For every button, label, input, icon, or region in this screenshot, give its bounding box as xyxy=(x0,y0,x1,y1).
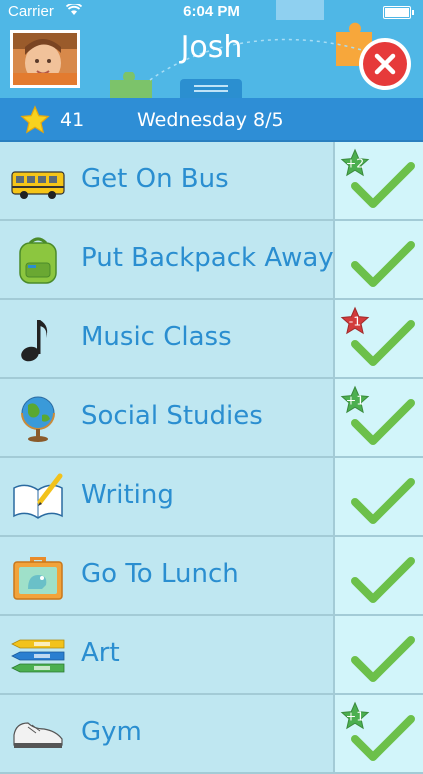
task-row[interactable]: Go To Lunch xyxy=(0,537,423,616)
task-check-cell[interactable]: -1 xyxy=(333,300,423,377)
task-row[interactable]: Music Class -1 xyxy=(0,300,423,379)
notebook-pencil-icon xyxy=(13,473,63,519)
task-list: Get On Bus +2 Put Backpack Away Music Cl… xyxy=(0,142,423,774)
task-label: Go To Lunch xyxy=(81,559,239,589)
date-bar: 41 Wednesday 8/5 xyxy=(0,98,423,142)
checkmark-icon xyxy=(351,478,415,524)
task-label: Writing xyxy=(81,480,174,510)
drawer-handle[interactable] xyxy=(180,79,242,98)
star-icon xyxy=(20,105,50,134)
clock: 6:04 PM xyxy=(183,3,240,20)
crayons-icon xyxy=(11,639,65,673)
task-check-cell[interactable]: +1 xyxy=(333,695,423,772)
task-row[interactable]: Gym +1 xyxy=(0,695,423,774)
task-check-cell[interactable] xyxy=(333,616,423,693)
close-button[interactable] xyxy=(359,38,411,90)
task-row[interactable]: Art xyxy=(0,616,423,695)
checkmark-icon xyxy=(351,320,415,366)
header: Carrier 6:04 PM Josh xyxy=(0,0,423,98)
lunchbox-icon xyxy=(13,557,63,600)
checkmark-icon xyxy=(351,162,415,208)
checkmark-icon xyxy=(351,557,415,603)
checkmark-icon xyxy=(351,241,415,287)
task-row[interactable]: Social Studies +1 xyxy=(0,379,423,458)
task-label: Social Studies xyxy=(81,401,263,431)
task-check-cell[interactable]: +2 xyxy=(333,142,423,219)
star-count: 41 xyxy=(60,109,85,131)
battery-icon xyxy=(383,6,414,19)
task-label: Get On Bus xyxy=(81,164,229,194)
task-row[interactable]: Writing xyxy=(0,458,423,537)
task-check-cell[interactable] xyxy=(333,458,423,535)
task-check-cell[interactable]: +1 xyxy=(333,379,423,456)
close-icon xyxy=(374,53,396,75)
checkmark-icon xyxy=(351,399,415,445)
sneakers-icon xyxy=(13,722,63,748)
status-bar: Carrier 6:04 PM xyxy=(0,0,423,24)
task-label: Gym xyxy=(81,717,142,747)
school-bus-icon xyxy=(11,171,65,199)
backpack-icon xyxy=(19,237,57,284)
current-date: Wednesday 8/5 xyxy=(137,109,284,131)
task-label: Art xyxy=(81,638,120,668)
task-label: Put Backpack Away xyxy=(81,243,334,273)
task-label: Music Class xyxy=(81,322,232,352)
task-row[interactable]: Get On Bus +2 xyxy=(0,142,423,221)
globe-icon xyxy=(21,396,55,442)
task-check-cell[interactable] xyxy=(333,221,423,298)
checkmark-icon xyxy=(351,636,415,682)
checkmark-icon xyxy=(351,715,415,761)
task-check-cell[interactable] xyxy=(333,537,423,614)
music-note-icon xyxy=(21,320,48,362)
task-row[interactable]: Put Backpack Away xyxy=(0,221,423,300)
